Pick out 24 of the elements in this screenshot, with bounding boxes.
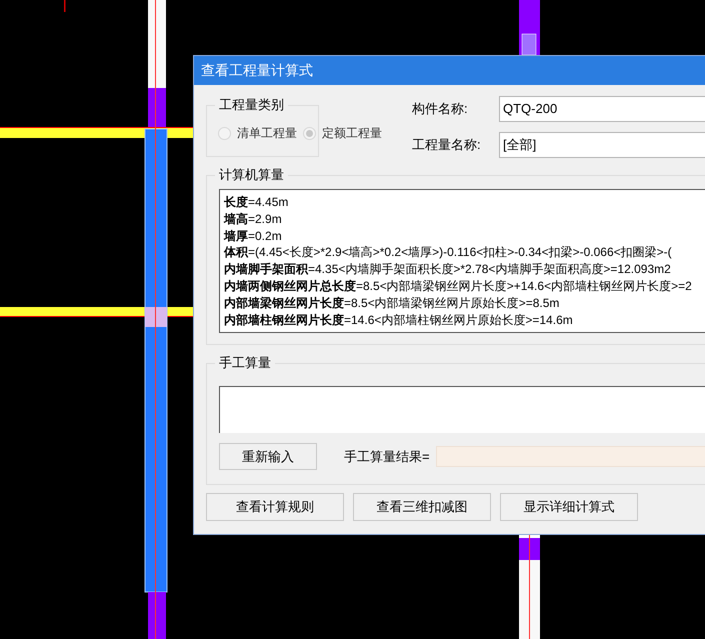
field-label: 工程量名称: — [412, 136, 482, 154]
text-field[interactable]: [全部] — [499, 132, 705, 158]
result-label: 手工算量结果= — [344, 448, 430, 466]
window-title: 查看工程量计算式 — [201, 61, 313, 80]
formula-line: 内部墙梁钢丝网片长度=8.5<内部墙梁钢丝网片原始长度>=8.5m — [224, 294, 560, 312]
group-legend: 计算机算量 — [215, 166, 288, 184]
action-button[interactable]: 查看计算规则 — [206, 493, 344, 521]
formula-line: 内墙脚手架面积=4.35<内墙脚手架面积长度>*2.78<内墙脚手架面积高度>=12.093m2 — [224, 261, 671, 278]
formula-line: 墙高=2.9m — [224, 210, 282, 228]
formula-line: 内部墙柱钢丝网片长度=14.6<内部墙柱钢丝网片原始长度>=14.6m — [224, 312, 573, 328]
group-legend: 手工算量 — [215, 354, 275, 372]
formula-line: 墙厚=0.2m — [224, 228, 282, 244]
action-button[interactable]: 显示详细计算式 — [500, 493, 638, 521]
field-label: 构件名称: — [412, 100, 469, 118]
manual-input-box[interactable] — [219, 386, 705, 433]
formula-line: 长度=4.45m — [224, 194, 288, 211]
radio-icon — [303, 126, 316, 140]
action-button[interactable]: 查看三维扣减图 — [353, 493, 491, 521]
radio-icon — [218, 126, 231, 140]
group-legend: 工程量类别 — [215, 96, 288, 114]
formula-line: 体积=(4.45<长度>*2.9<墙高>*0.2<墙厚>)-0.116<扣柱>-0.34<扣梁>-0.066<扣圈梁>-( — [224, 244, 672, 262]
text-field[interactable]: QTQ-200 — [499, 96, 705, 122]
formula-line: 内墙两侧钢丝网片总长度=8.5<内部墙梁钢丝网片长度>+14.6<内部墙柱钢丝网片长度>=2 — [224, 278, 692, 295]
reset-button[interactable]: 重新输入 — [219, 443, 317, 470]
